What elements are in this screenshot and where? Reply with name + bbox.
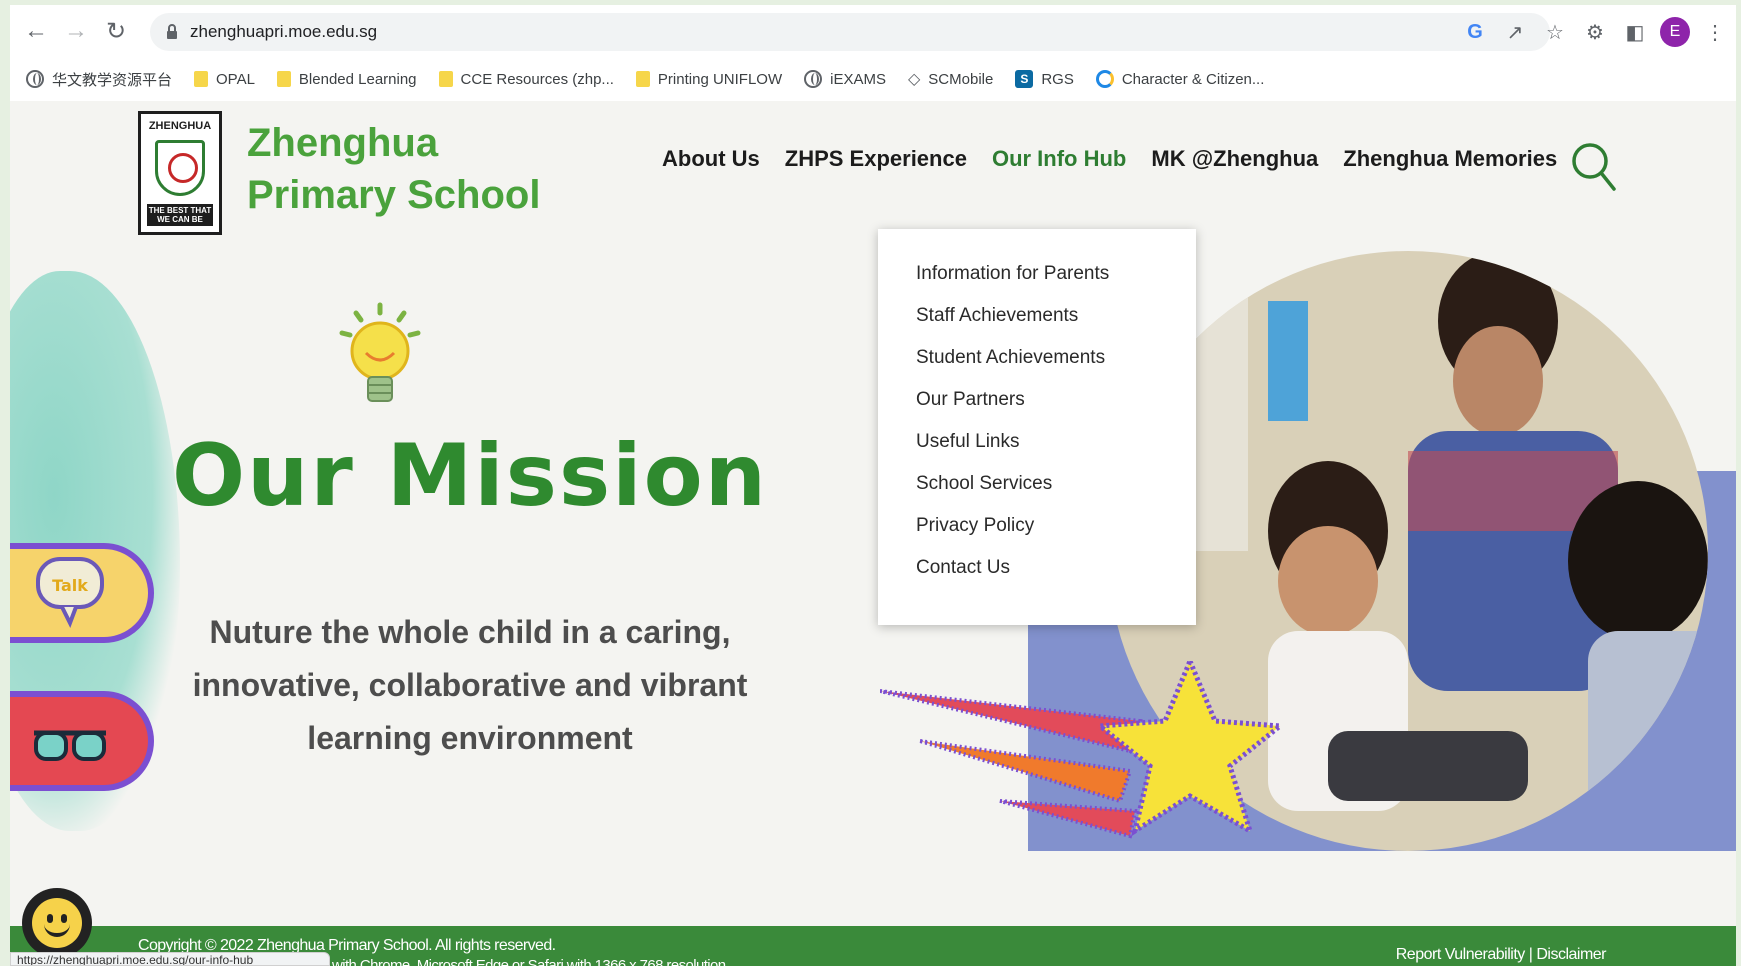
bookmark-star-icon[interactable]: ☆ xyxy=(1540,17,1570,47)
swirl-icon xyxy=(1095,70,1114,88)
dropdown-item-contact-us[interactable]: Contact Us xyxy=(878,553,1196,595)
bookmark-item[interactable]: Blended Learning xyxy=(276,70,417,88)
address-bar[interactable]: zhenghuapri.moe.edu.sg xyxy=(150,13,1550,51)
folder-icon xyxy=(635,71,650,87)
footer-legal-links: Report Vulnerability | Disclaimer xyxy=(1396,946,1607,964)
chatbot-button[interactable] xyxy=(22,888,92,958)
nav-about-us[interactable]: About Us xyxy=(662,146,760,172)
toolbar-actions: G ↗ ☆ ⚙ ◧ E ⋮ xyxy=(1460,13,1730,51)
globe-icon xyxy=(804,70,823,88)
bookmark-item[interactable]: 华文教学资源平台 xyxy=(26,69,172,90)
nav-mk-zhenghua[interactable]: MK @Zhenghua xyxy=(1151,146,1318,172)
dropdown-item-our-partners[interactable]: Our Partners xyxy=(878,385,1196,427)
bookmark-label: SCMobile xyxy=(928,70,994,88)
back-arrow-icon[interactable]: ← xyxy=(16,11,56,51)
bookmark-item[interactable]: OPAL xyxy=(194,71,255,88)
forward-arrow-icon[interactable]: → xyxy=(56,11,96,51)
folder-icon xyxy=(438,71,453,87)
crest-icon xyxy=(155,140,205,196)
bookmark-item[interactable]: iEXAMS xyxy=(804,70,886,88)
share-icon[interactable]: ↗ xyxy=(1500,17,1530,47)
info-hub-dropdown: Information for Parents Staff Achievemen… xyxy=(878,229,1196,625)
bookmark-item[interactable]: ◇ SCMobile xyxy=(908,69,993,89)
folder-icon xyxy=(276,71,291,87)
logo-motto: THE BEST THAT WE CAN BE xyxy=(147,204,213,226)
diamond-icon: ◇ xyxy=(907,71,921,88)
url-text: zhenghuapri.moe.edu.sg xyxy=(190,22,378,41)
bookmark-label: Blended Learning xyxy=(298,70,417,88)
lightbulb-illustration xyxy=(339,302,421,402)
school-name[interactable]: Zhenghua Primary School xyxy=(247,117,540,221)
browser-toolbar: ← → ↻ zhenghuapri.moe.edu.sg G ↗ ☆ ⚙ ◧ E… xyxy=(10,5,1736,57)
google-lens-icon[interactable]: G xyxy=(1460,17,1490,47)
bookmarks-bar: 华文教学资源平台 OPAL Blended Learning CCE Resou… xyxy=(10,60,1736,98)
bookmark-label: 华文教学资源平台 xyxy=(52,71,173,89)
mission-statement: Nuture the whole child in a caring, inno… xyxy=(192,614,748,756)
reload-icon[interactable]: ↻ xyxy=(96,11,136,51)
school-name-line2: Primary School xyxy=(247,173,541,217)
school-logo[interactable]: ZHENGHUA THE BEST THAT WE CAN BE xyxy=(138,111,222,235)
bookmark-label: Character & Citizen... xyxy=(1121,70,1265,88)
search-icon[interactable] xyxy=(1570,141,1618,193)
menu-kebab-icon[interactable]: ⋮ xyxy=(1700,17,1730,47)
browser-support-text: with Chrome, Microsoft Edge or Safari wi… xyxy=(332,957,730,966)
profile-avatar[interactable]: E xyxy=(1660,17,1690,47)
smiley-icon xyxy=(32,898,82,948)
logo-text: ZHENGHUA xyxy=(148,120,212,132)
report-vulnerability-link[interactable]: Report Vulnerability xyxy=(1396,946,1526,963)
folder-icon xyxy=(194,71,209,87)
shooting-star-illustration xyxy=(880,661,1287,839)
side-tab-glasses[interactable] xyxy=(10,691,154,791)
status-bar-url: https://zhenghuapri.moe.edu.sg/our-info-… xyxy=(10,952,330,966)
side-tab-talk[interactable]: Talk xyxy=(10,543,154,643)
mission-title: Our Mission xyxy=(172,426,768,526)
nav-zhps-experience[interactable]: ZHPS Experience xyxy=(785,146,967,172)
dropdown-item-information-for-parents[interactable]: Information for Parents xyxy=(878,259,1196,301)
extensions-icon[interactable]: ⚙ xyxy=(1580,17,1610,47)
dropdown-item-useful-links[interactable]: Useful Links xyxy=(878,427,1196,469)
nav-our-info-hub[interactable]: Our Info Hub xyxy=(992,146,1126,172)
bookmark-label: CCE Resources (zhp... xyxy=(460,70,614,88)
dropdown-item-school-services[interactable]: School Services xyxy=(878,469,1196,511)
globe-icon xyxy=(26,70,44,88)
lock-icon xyxy=(167,24,177,39)
talk-bubble-icon: Talk xyxy=(36,557,104,628)
bookmark-label: iEXAMS xyxy=(830,70,886,88)
browser-chrome: ← → ↻ zhenghuapri.moe.edu.sg G ↗ ☆ ⚙ ◧ E… xyxy=(10,5,1736,101)
bookmark-item[interactable]: Character & Citizen... xyxy=(1095,70,1265,88)
webpage: ZHENGHUA THE BEST THAT WE CAN BE Zhenghu… xyxy=(10,101,1736,966)
main-nav: About Us ZHPS Experience Our Info Hub MK… xyxy=(662,146,1557,172)
glasses-icon xyxy=(34,730,106,761)
dropdown-item-privacy-policy[interactable]: Privacy Policy xyxy=(878,511,1196,553)
bookmark-item[interactable]: S RGS xyxy=(1015,70,1074,88)
bookmark-item[interactable]: Printing UNIFLOW xyxy=(635,70,783,88)
school-name-line1: Zhenghua xyxy=(247,121,439,165)
nav-zhenghua-memories[interactable]: Zhenghua Memories xyxy=(1343,146,1557,172)
svg-text:Talk: Talk xyxy=(52,576,88,595)
disclaimer-link[interactable]: Disclaimer xyxy=(1536,946,1606,963)
dropdown-item-staff-achievements[interactable]: Staff Achievements xyxy=(878,301,1196,343)
bookmark-label: RGS xyxy=(1041,70,1074,88)
bookmark-item[interactable]: CCE Resources (zhp... xyxy=(438,70,614,88)
side-panel-icon[interactable]: ◧ xyxy=(1620,17,1650,47)
dropdown-item-student-achievements[interactable]: Student Achievements xyxy=(878,343,1196,385)
sharepoint-icon: S xyxy=(1015,70,1034,88)
bookmark-label: Printing UNIFLOW xyxy=(657,70,783,88)
bookmark-label: OPAL xyxy=(216,70,255,88)
footer-separator: | xyxy=(1528,946,1533,963)
